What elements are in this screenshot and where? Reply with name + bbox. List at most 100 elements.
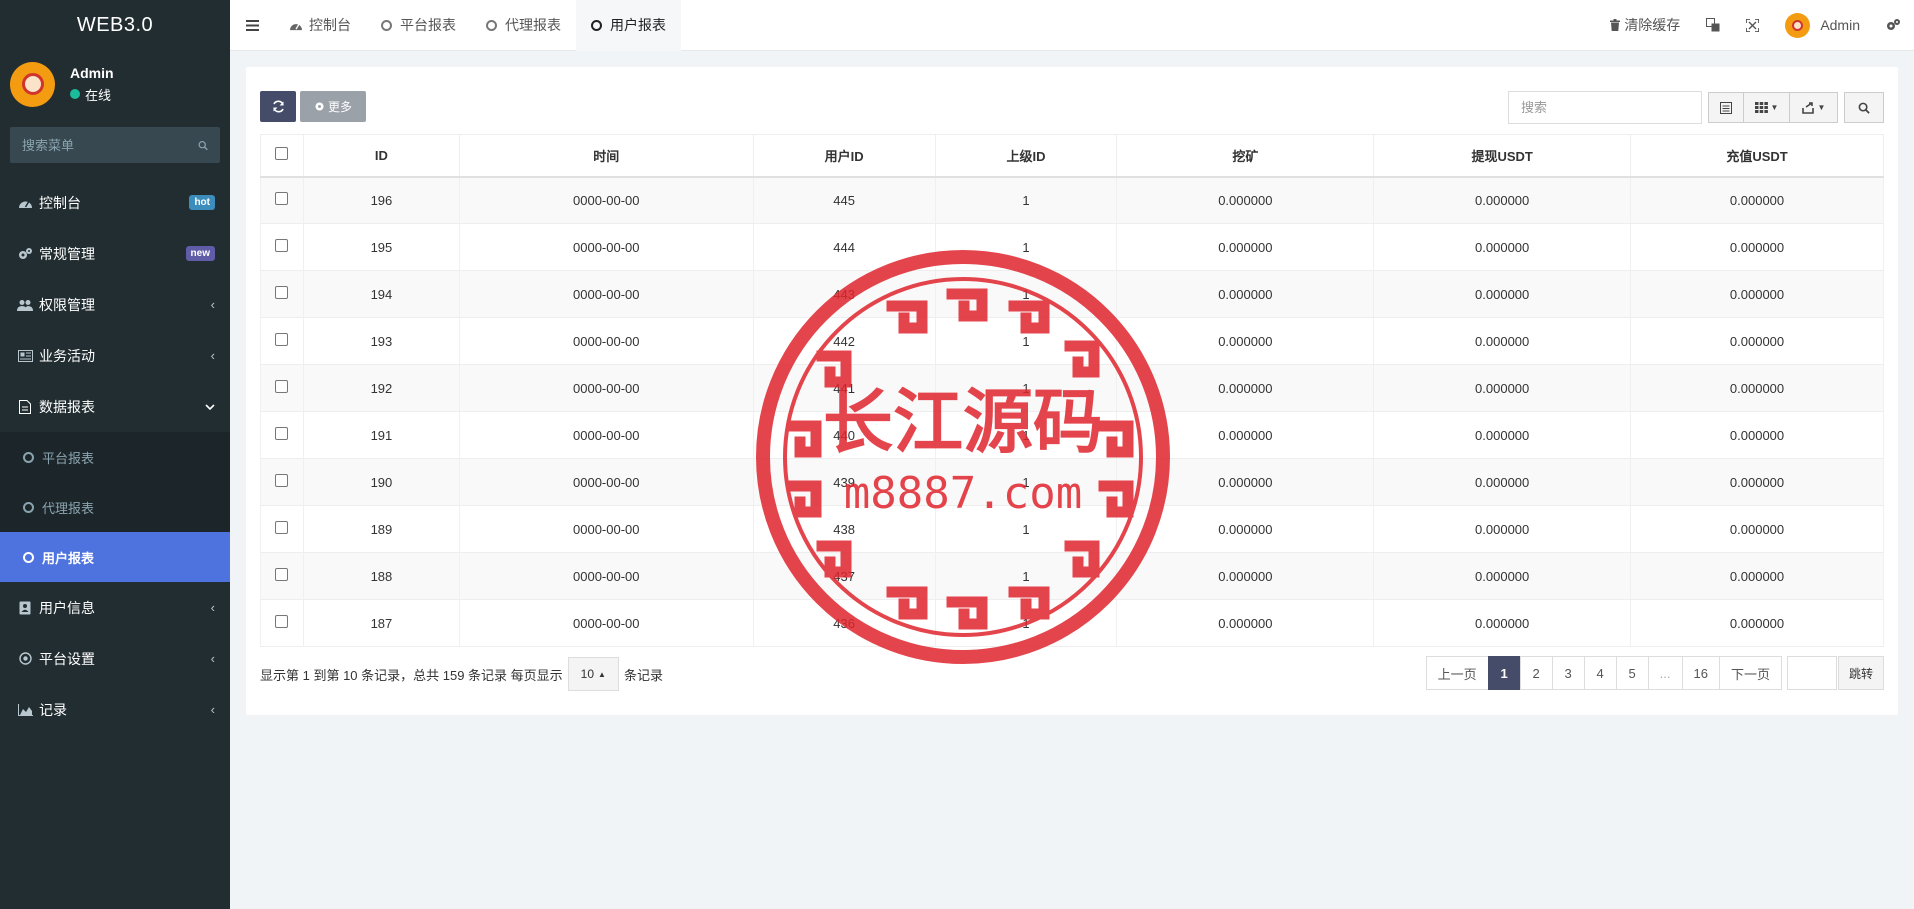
- row-select-cell: [260, 223, 304, 271]
- table-row[interactable]: 196 0000-00-00 445 1 0.000000 0.000000 0.00000…: [260, 176, 1884, 224]
- page-button[interactable]: 2: [1519, 656, 1553, 690]
- caret-up-icon: ▲: [598, 669, 606, 679]
- row-checkbox[interactable]: [275, 521, 289, 534]
- page-button[interactable]: 5: [1615, 656, 1649, 690]
- cell-id: 188: [302, 552, 460, 600]
- cell-user-id: 445: [752, 176, 936, 224]
- table-row[interactable]: 187 0000-00-00 436 1 0.000000 0.000000 0.00000…: [260, 599, 1884, 647]
- row-checkbox[interactable]: [275, 380, 289, 393]
- sidebar-item-general[interactable]: 常规管理 new: [0, 228, 230, 279]
- sidebar-item-user-info[interactable]: 用户信息 ‹: [0, 582, 230, 633]
- page-button[interactable]: 3: [1551, 656, 1585, 690]
- column-header-user-id[interactable]: 用户ID: [752, 134, 936, 178]
- cell-id: 194: [302, 270, 460, 318]
- table-row[interactable]: 192 0000-00-00 441 1 0.000000 0.000000 0.00000…: [260, 364, 1884, 412]
- table-row[interactable]: 189 0000-00-00 438 1 0.000000 0.000000 0.00000…: [260, 505, 1884, 553]
- export-button[interactable]: ▼: [1790, 92, 1838, 123]
- row-checkbox[interactable]: [275, 427, 289, 440]
- sidebar-item-reports[interactable]: 数据报表: [0, 381, 230, 432]
- address-book-icon: [17, 600, 33, 616]
- cell-parent-id: 1: [934, 270, 1118, 318]
- row-checkbox[interactable]: [275, 239, 289, 252]
- row-checkbox[interactable]: [275, 192, 289, 206]
- tab-platform-report[interactable]: 平台报表: [366, 0, 471, 51]
- row-checkbox[interactable]: [275, 568, 289, 581]
- brand-logo[interactable]: WEB3.0: [0, 0, 230, 50]
- sidebar-item-activities[interactable]: 业务活动 ‹: [0, 330, 230, 381]
- cell-deposit-usdt: 0.000000: [1630, 458, 1884, 506]
- pagination: 上一页 1 2 3 4 5 ... 16 下一页 跳转: [1425, 656, 1884, 690]
- reports-submenu: 平台报表 代理报表 用户报表: [0, 432, 230, 582]
- search-icon[interactable]: [198, 139, 208, 152]
- page-button[interactable]: 4: [1583, 656, 1617, 690]
- jump-button[interactable]: 跳转: [1837, 656, 1884, 690]
- refresh-button[interactable]: [260, 91, 296, 122]
- prev-page-button[interactable]: 上一页: [1425, 656, 1489, 690]
- cell-deposit-usdt: 0.000000: [1630, 364, 1884, 412]
- settings-gears-icon[interactable]: [1873, 0, 1914, 51]
- cell-mining: 0.000000: [1116, 411, 1375, 459]
- table-row[interactable]: 194 0000-00-00 443 1 0.000000 0.000000 0.00000…: [260, 270, 1884, 318]
- row-checkbox[interactable]: [275, 333, 289, 346]
- row-checkbox[interactable]: [275, 474, 289, 487]
- translate-icon[interactable]: [1693, 0, 1733, 51]
- sidebar-subitem-user-report[interactable]: 用户报表: [0, 532, 230, 582]
- gear-icon: [314, 101, 325, 112]
- admin-user-menu[interactable]: Admin: [1772, 0, 1873, 51]
- cell-mining: 0.000000: [1116, 223, 1375, 271]
- column-header-mining[interactable]: 挖矿: [1116, 134, 1375, 178]
- cell-deposit-usdt: 0.000000: [1630, 411, 1884, 459]
- row-checkbox[interactable]: [275, 615, 289, 628]
- column-header-parent-id[interactable]: 上级ID: [934, 134, 1118, 178]
- column-header-deposit-usdt[interactable]: 充值USDT: [1630, 134, 1884, 178]
- clear-cache-button[interactable]: 清除缓存: [1597, 0, 1693, 51]
- table-search-input[interactable]: [1508, 91, 1702, 124]
- cell-id: 192: [302, 364, 460, 412]
- column-header-time[interactable]: 时间: [458, 134, 754, 178]
- row-checkbox[interactable]: [275, 286, 289, 299]
- export-icon: [1801, 101, 1814, 114]
- users-icon: [17, 297, 33, 313]
- table-row[interactable]: 190 0000-00-00 439 1 0.000000 0.000000 0.00000…: [260, 458, 1884, 506]
- sidebar-subitem-platform-report[interactable]: 平台报表: [0, 432, 230, 482]
- cell-id: 189: [302, 505, 460, 553]
- row-select-cell: [260, 270, 304, 318]
- table-row[interactable]: 193 0000-00-00 442 1 0.000000 0.000000 0.00000…: [260, 317, 1884, 365]
- toggle-view-button[interactable]: [1708, 92, 1744, 123]
- jump-page-input[interactable]: [1786, 656, 1837, 690]
- page-button[interactable]: 1: [1487, 656, 1521, 690]
- cell-user-id: 443: [752, 270, 936, 318]
- page-size-select[interactable]: 10 ▲: [567, 657, 619, 691]
- avatar: [10, 61, 55, 107]
- newspaper-icon: [17, 348, 33, 364]
- tab-dashboard[interactable]: 控制台: [274, 0, 366, 51]
- circle-icon: [23, 551, 34, 563]
- sidebar-item-permissions[interactable]: 权限管理 ‹: [0, 279, 230, 330]
- sidebar-item-platform-settings[interactable]: 平台设置 ‹: [0, 633, 230, 684]
- more-button[interactable]: 更多: [300, 91, 366, 122]
- menu-toggle-icon[interactable]: [230, 0, 274, 51]
- tab-user-report[interactable]: 用户报表: [576, 0, 681, 51]
- column-header-id[interactable]: ID: [302, 134, 460, 178]
- sidebar-item-dashboard[interactable]: 控制台 hot: [0, 177, 230, 228]
- circle-icon: [23, 501, 34, 513]
- sidebar-subitem-agent-report[interactable]: 代理报表: [0, 482, 230, 532]
- cell-time: 0000-00-00: [458, 317, 754, 365]
- menu-search-input[interactable]: [22, 137, 198, 153]
- cell-user-id: 441: [752, 364, 936, 412]
- fullscreen-icon[interactable]: [1733, 0, 1772, 51]
- table-row[interactable]: 188 0000-00-00 437 1 0.000000 0.000000 0.00000…: [260, 552, 1884, 600]
- user-name: Admin: [70, 64, 114, 81]
- search-button[interactable]: [1844, 92, 1884, 123]
- cell-time: 0000-00-00: [458, 223, 754, 271]
- table-row[interactable]: 195 0000-00-00 444 1 0.000000 0.000000 0.00000…: [260, 223, 1884, 271]
- page-button[interactable]: 16: [1681, 656, 1720, 690]
- columns-button[interactable]: ▼: [1744, 92, 1790, 123]
- next-page-button[interactable]: 下一页: [1718, 656, 1782, 690]
- table-row[interactable]: 191 0000-00-00 440 1 0.000000 0.000000 0.00000…: [260, 411, 1884, 459]
- sidebar-item-records[interactable]: 记录 ‹: [0, 684, 230, 735]
- cell-parent-id: 1: [934, 176, 1118, 224]
- tab-agent-report[interactable]: 代理报表: [471, 0, 576, 51]
- column-header-withdraw-usdt[interactable]: 提现USDT: [1373, 134, 1632, 178]
- select-all-checkbox[interactable]: [275, 147, 289, 161]
